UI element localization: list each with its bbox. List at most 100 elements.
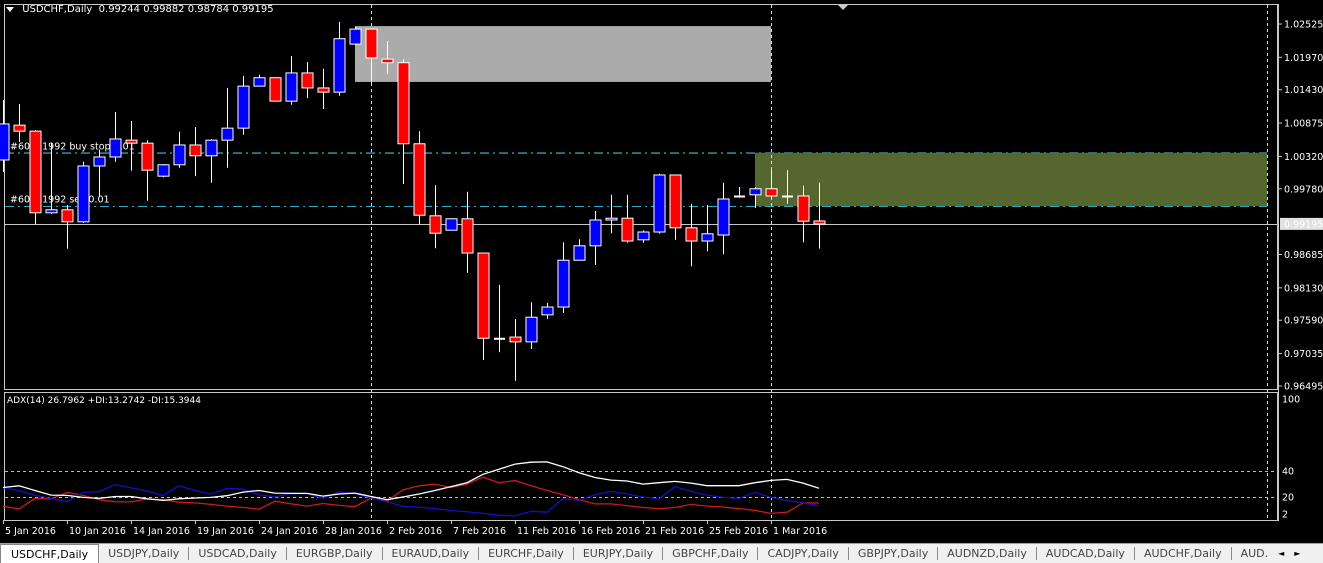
- price-axis-label: 0.97035: [1284, 349, 1323, 360]
- bull-candle: [221, 127, 234, 141]
- bear-candle: [509, 336, 522, 343]
- tab-eurjpy-daily[interactable]: EURJPY,Daily: [574, 547, 664, 560]
- time-axis-label: 24 Jan 2016: [261, 526, 318, 537]
- gray-rectangle-zone: [355, 26, 771, 82]
- bull-candle: [573, 245, 586, 261]
- time-axis-label: 10 Jan 2016: [69, 526, 126, 537]
- bear-candle: [813, 220, 826, 225]
- bull-candle: [173, 144, 186, 166]
- bull-candle: [525, 316, 538, 343]
- tab-eurchf-daily[interactable]: EURCHF,Daily: [479, 547, 574, 560]
- chart-canvas[interactable]: #602 1992 buy stop 0.01#602 1992 sell 0.…: [0, 0, 1323, 543]
- bull-candle: [701, 233, 714, 242]
- tab-gbpchf-daily[interactable]: GBPCHF,Daily: [663, 547, 759, 560]
- bear-candle: [621, 217, 634, 242]
- time-axis-label: 21 Feb 2016: [645, 526, 704, 537]
- adx-line: [2, 461, 820, 502]
- tab-euraud-daily[interactable]: EURAUD,Daily: [383, 547, 480, 560]
- current-price-label: 0.99195: [1284, 219, 1323, 230]
- adx-level-label: 2: [1282, 510, 1288, 521]
- indicator-window-frame: [4, 392, 1278, 521]
- price-axis-label: 0.98130: [1284, 283, 1323, 294]
- tab-audnzd-daily[interactable]: AUDNZD,Daily: [938, 547, 1037, 560]
- time-axis-label: 14 Jan 2016: [133, 526, 190, 537]
- price-axis-label: 1.00320: [1284, 152, 1323, 163]
- tab-audcad-daily[interactable]: AUDCAD,Daily: [1037, 547, 1135, 560]
- bull-candle: [109, 138, 122, 158]
- bull-candle: [589, 219, 602, 247]
- tab-usdjpy-daily[interactable]: USDJPY,Daily: [99, 547, 190, 560]
- price-axis-label: 0.98685: [1284, 250, 1323, 261]
- price-axis-label: 1.02525: [1284, 20, 1323, 31]
- bull-candle: [93, 156, 106, 167]
- tab-usdcad-daily[interactable]: USDCAD,Daily: [189, 547, 287, 560]
- symbol-label: USDCHF,Daily: [22, 4, 93, 15]
- bear-candle: [365, 28, 378, 59]
- bull-candle: [285, 72, 298, 102]
- tab-scroll-arrows: ◄ ►: [1272, 544, 1306, 563]
- tab-eurgbp-daily[interactable]: EURGBP,Daily: [287, 547, 383, 560]
- price-axis-background: [1278, 0, 1323, 543]
- bear-candle: [669, 174, 682, 229]
- bear-candle: [413, 143, 426, 216]
- bear-candle: [125, 139, 138, 144]
- bear-candle: [317, 87, 330, 93]
- time-axis-label: 7 Feb 2016: [453, 526, 506, 537]
- chart-tabs-bar: USDCHF,Daily USDJPY,Daily USDCAD,Daily EURG…: [0, 543, 1323, 563]
- time-axis-label: 28 Jan 2016: [325, 526, 382, 537]
- bull-candle: [0, 123, 10, 161]
- time-axis-label: 5 Jan 2016: [5, 526, 56, 537]
- time-axis-label: 19 Jan 2016: [197, 526, 254, 537]
- time-axis-label: 1 Mar 2016: [773, 526, 827, 537]
- bull-candle: [749, 188, 762, 196]
- bull-candle: [77, 165, 90, 223]
- bull-candle: [45, 209, 58, 214]
- bear-candle: [461, 218, 474, 254]
- bull-candle: [605, 217, 618, 221]
- bull-candle: [653, 174, 666, 233]
- green-rectangle-zone: [755, 152, 1267, 207]
- bull-candle: [445, 218, 458, 231]
- time-axis-label: 25 Feb 2016: [709, 526, 768, 537]
- bear-candle: [189, 144, 202, 157]
- bear-candle: [269, 77, 282, 102]
- time-axis-label: 16 Feb 2016: [581, 526, 640, 537]
- bear-candle: [141, 142, 154, 171]
- scroll-right-arrow-icon[interactable]: ►: [1294, 549, 1300, 558]
- price-axis-label: 1.00875: [1284, 119, 1323, 130]
- price-axis-label: 1.01430: [1284, 85, 1323, 96]
- bear-candle: [429, 215, 442, 234]
- chart-shift-marker-icon: [838, 5, 848, 10]
- ohlc-readout: 0.99244 0.99882 0.98784 0.99195: [98, 4, 274, 15]
- bear-candle: [13, 124, 26, 132]
- bull-candle: [557, 259, 570, 308]
- adx-level-label: 100: [1282, 395, 1300, 406]
- bear-candle: [477, 252, 490, 339]
- chart-header: USDCHF,Daily 0.99244 0.99882 0.98784 0.9…: [6, 4, 274, 15]
- scroll-left-arrow-icon[interactable]: ◄: [1278, 549, 1284, 558]
- bull-candle: [333, 38, 346, 93]
- bear-candle: [301, 72, 314, 89]
- price-axis-label: 1.01970: [1284, 53, 1323, 64]
- adx-level-label: 20: [1282, 493, 1294, 504]
- bear-candle: [381, 58, 394, 64]
- price-axis-label: 0.96495: [1284, 381, 1323, 392]
- bull-candle: [717, 198, 730, 236]
- bear-candle: [765, 188, 778, 197]
- tab-gbpjpy-daily[interactable]: GBPJPY,Daily: [849, 547, 939, 560]
- tab-aud[interactable]: AUD.: [1232, 547, 1273, 560]
- bear-candle: [685, 227, 698, 242]
- dropdown-triangle-icon[interactable]: [6, 6, 14, 12]
- tab-audchf-daily[interactable]: AUDCHF,Daily: [1135, 547, 1232, 560]
- tab-cadjpy-daily[interactable]: CADJPY,Daily: [758, 547, 849, 560]
- bull-candle: [637, 231, 650, 241]
- bear-candle: [29, 130, 42, 214]
- price-axis-label: 0.99780: [1284, 184, 1323, 195]
- adx-label: ADX(14) 26.7962 +DI:13.2742 -DI:15.3944: [7, 396, 201, 406]
- time-axis-label: 11 Feb 2016: [517, 526, 576, 537]
- tab-usdchf-daily[interactable]: USDCHF,Daily: [0, 544, 100, 563]
- price-axis-label: 0.97590: [1284, 316, 1323, 327]
- order-label: #602 1992 sell 0.01: [10, 195, 110, 206]
- bear-candle: [797, 195, 810, 222]
- plus-di-line: [2, 483, 820, 517]
